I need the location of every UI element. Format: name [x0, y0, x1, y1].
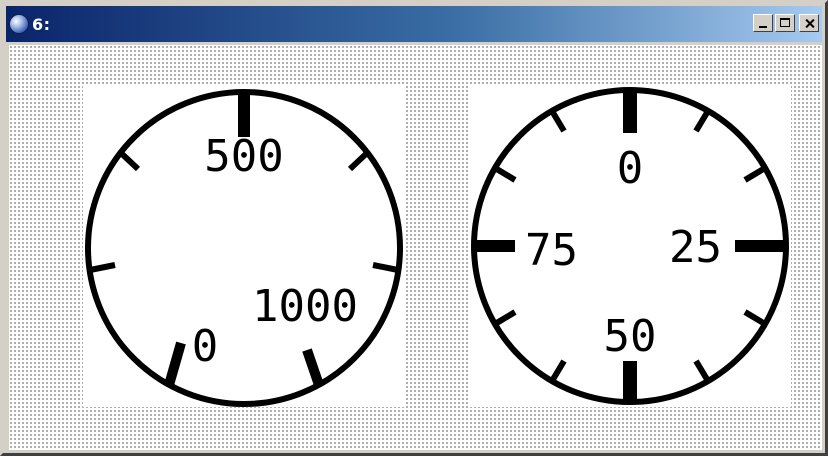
dial-right-label-50: 50 — [604, 311, 657, 362]
minimize-button[interactable] — [753, 14, 773, 32]
dial-right-label-75: 75 — [525, 225, 578, 276]
client-area: 500 1000 0 0 25 50 75 — [9, 45, 822, 450]
app-window: 6: 500 1000 0 0 25 50 75 — [0, 0, 828, 456]
dial-right-label-25: 25 — [669, 222, 722, 273]
app-globe-icon[interactable] — [9, 14, 29, 34]
dial-left-panel: 500 1000 0 — [83, 85, 405, 407]
dial-left-label-0: 0 — [192, 321, 219, 372]
maximize-button[interactable] — [775, 14, 795, 32]
dial-right-panel: 0 25 50 75 — [469, 85, 791, 407]
dial-left-label-500: 500 — [204, 131, 283, 182]
dial-right-label-0: 0 — [617, 143, 644, 194]
window-controls — [753, 14, 819, 32]
dial-right: 0 25 50 75 — [471, 87, 789, 405]
title-bar[interactable]: 6: — [6, 6, 822, 42]
dial-left-label-1000: 1000 — [252, 281, 358, 332]
dial-left: 500 1000 0 — [85, 89, 403, 407]
window-title: 6: — [32, 14, 51, 34]
close-button[interactable] — [799, 14, 819, 32]
